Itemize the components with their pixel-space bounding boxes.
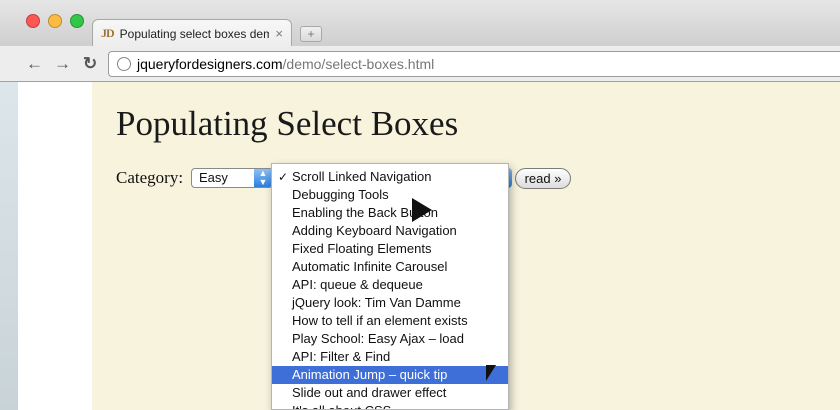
page-title: Populating Select Boxes xyxy=(116,104,459,143)
dropdown-option-label: Play School: Easy Ajax – load xyxy=(292,331,464,346)
arrow-cursor-icon xyxy=(486,365,496,381)
address-bar[interactable]: jqueryfordesigners.com/demo/select-boxes… xyxy=(108,51,840,77)
dropdown-option-label: Slide out and drawer effect xyxy=(292,385,447,400)
dropdown-option-label: Debugging Tools xyxy=(292,187,389,202)
topic-dropdown-menu[interactable]: ✓ Scroll Linked Navigation Debugging Tools… xyxy=(271,163,509,410)
forward-arrow-icon[interactable]: → xyxy=(54,54,71,74)
close-window-button[interactable] xyxy=(26,14,40,28)
read-button[interactable]: read » xyxy=(515,168,571,189)
dropdown-option[interactable]: API: Filter & Find xyxy=(272,348,508,366)
dropdown-option[interactable]: Fixed Floating Elements xyxy=(272,240,508,258)
dropdown-option-label: How to tell if an element exists xyxy=(292,313,468,328)
category-select-value: Easy xyxy=(199,170,228,185)
dropdown-option[interactable]: Play School: Easy Ajax – load xyxy=(272,330,508,348)
dropdown-option-label: Adding Keyboard Navigation xyxy=(292,223,457,238)
dropdown-option[interactable]: Animation Jump – quick tip xyxy=(272,366,508,384)
dropdown-option[interactable]: Slide out and drawer effect xyxy=(272,384,508,402)
new-tab-button[interactable]: + xyxy=(300,26,322,42)
dropdown-option[interactable]: ✓ Scroll Linked Navigation xyxy=(272,168,508,186)
url-text: jqueryfordesigners.com/demo/select-boxes… xyxy=(137,56,434,72)
dropdown-option[interactable]: Enabling the Back Button xyxy=(272,204,508,222)
checkmark-icon: ✓ xyxy=(278,170,289,184)
dropdown-option-label: API: Filter & Find xyxy=(292,349,391,364)
dropdown-option[interactable]: API: queue & dequeue xyxy=(272,276,508,294)
dropdown-option-label: jQuery look: Tim Van Damme xyxy=(292,295,461,310)
dropdown-option-label: Scroll Linked Navigation xyxy=(292,169,432,184)
dropdown-option[interactable]: Automatic Infinite Carousel xyxy=(272,258,508,276)
favicon-icon: JD xyxy=(101,26,115,40)
dropdown-option[interactable]: How to tell if an element exists xyxy=(272,312,508,330)
toolbar: ← → ↻ jqueryfordesigners.com/demo/select… xyxy=(0,46,840,82)
dropdown-option-label: Fixed Floating Elements xyxy=(292,241,432,256)
url-path: /demo/select-boxes.html xyxy=(282,56,435,72)
browser-tab[interactable]: JD Populating select boxes dem × xyxy=(92,19,292,47)
globe-icon xyxy=(117,57,131,71)
dropdown-option[interactable]: jQuery look: Tim Van Damme xyxy=(272,294,508,312)
pointer-cursor-icon xyxy=(412,198,432,222)
zoom-window-button[interactable] xyxy=(70,14,84,28)
minimize-window-button[interactable] xyxy=(48,14,62,28)
dropdown-option[interactable]: It's all about CSS xyxy=(272,402,508,409)
reload-icon[interactable]: ↻ xyxy=(83,54,97,74)
tab-bar: JD Populating select boxes dem × + xyxy=(0,0,840,47)
desktop-background xyxy=(0,82,18,410)
tab-title: Populating select boxes dem xyxy=(119,26,270,41)
window-controls xyxy=(26,14,84,28)
tab-close-icon[interactable]: × xyxy=(275,26,283,41)
url-host: jqueryfordesigners.com xyxy=(137,56,283,72)
back-arrow-icon[interactable]: ← xyxy=(26,54,43,74)
dropdown-option-label: Automatic Infinite Carousel xyxy=(292,259,448,274)
select-stepper-icon: ▲ ▼ xyxy=(254,169,272,187)
category-label: Category: xyxy=(116,168,184,187)
dropdown-option-label: API: queue & dequeue xyxy=(292,277,423,292)
dropdown-option-label: It's all about CSS xyxy=(292,403,391,409)
dropdown-option[interactable]: Adding Keyboard Navigation xyxy=(272,222,508,240)
dropdown-option[interactable]: Debugging Tools xyxy=(272,186,508,204)
category-select[interactable]: Easy ▲ ▼ xyxy=(191,168,273,188)
dropdown-option-label: Animation Jump – quick tip xyxy=(292,367,448,382)
